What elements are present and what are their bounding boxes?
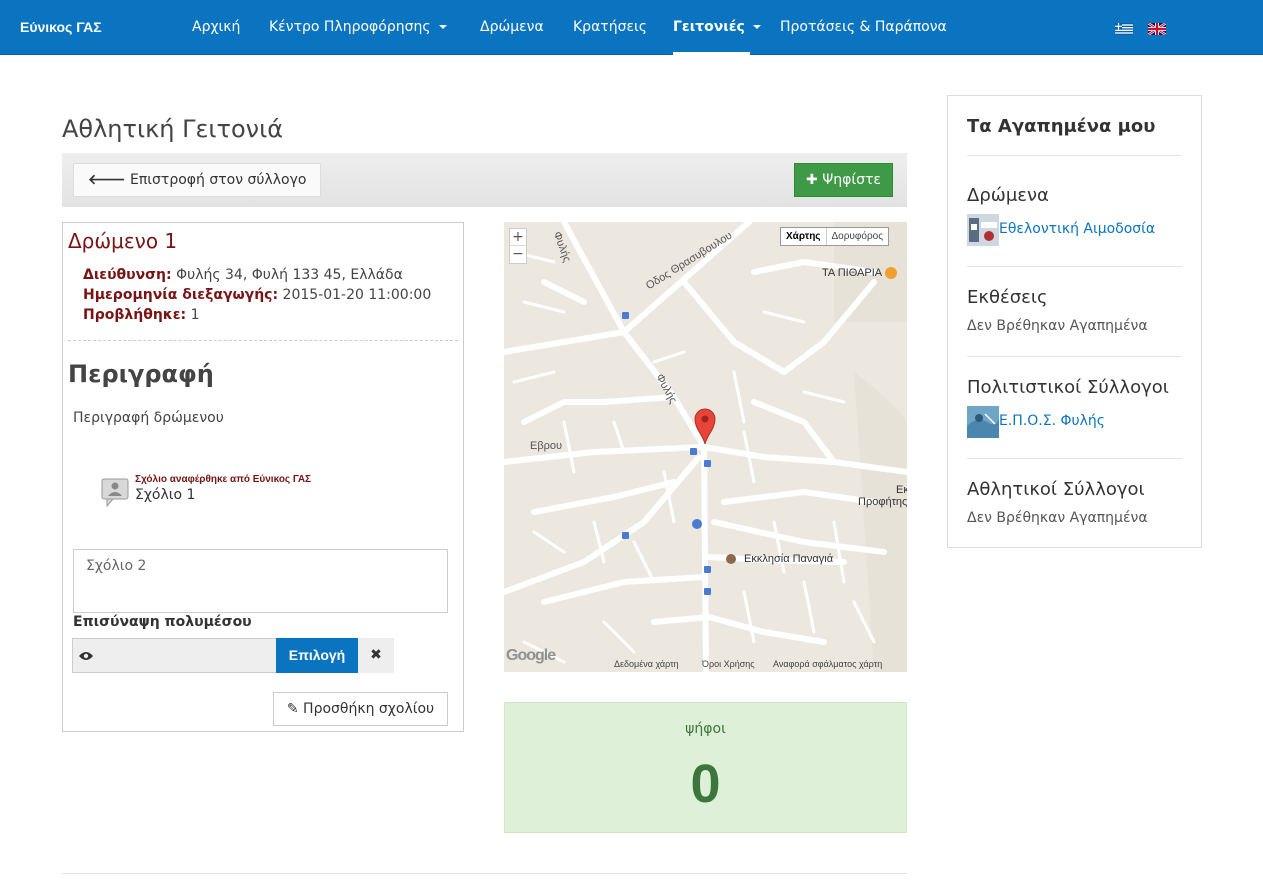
comment-text: Σχόλιο 1 [135,487,196,503]
divider [967,155,1182,156]
nav-bookings[interactable]: Κρατήσεις [573,19,647,35]
file-upload-group: Επιλογή ✖ [72,638,394,673]
nav-neighborhoods-label: Γειτονιές [673,19,745,35]
back-to-club-button[interactable]: 🡐 Επιστροφή στον σύλλογο [73,163,322,197]
map-roads [504,222,907,672]
description-text: Περιγραφή δρώμενου [73,410,224,426]
nav-events[interactable]: Δρώμενα [480,19,544,35]
map-terms-link[interactable]: Όροι Χρήσης [702,659,755,669]
zoom-out-button[interactable]: − [510,246,526,263]
favorites-exhibitions-empty: Δεν Βρέθηκαν Αγαπημένα [967,318,1148,334]
event-title: Δρώμενο 1 [68,229,178,253]
divider [967,458,1182,459]
address-label: Διεύθυνση: [83,267,172,283]
event-views-row: Προβλήθηκε: 1 [83,307,200,323]
event-panel: Δρώμενο 1 Διεύθυνση: Φυλής 34, Φυλή 133 … [62,222,464,732]
epos-fylis-thumbnail[interactable] [967,406,999,438]
vote-button-label: Ψηφίστε [822,172,881,188]
nav-home[interactable]: Αρχική [192,19,240,35]
add-comment-button[interactable]: ✎ Προσθήκη σχολίου [273,692,448,726]
poi-label: Εκκλησία Παναγιά [744,553,834,565]
nav-info-center[interactable]: Κέντρο Πληροφόρησης [269,19,447,35]
favorites-exhibitions-heading: Εκθέσεις [967,287,1048,308]
file-name-field[interactable] [98,638,277,673]
user-comment-icon [101,478,129,508]
favorites-title: Τα Αγαπημένα μου [967,116,1156,137]
chevron-down-icon [752,25,761,29]
favorites-events-heading: Δρώμενα [967,185,1049,206]
favorites-sports-empty: Δεν Βρέθηκαν Αγαπημένα [967,510,1148,526]
votes-box: ψήφοι 0 [504,702,907,833]
votes-count: 0 [690,754,721,814]
choose-file-button[interactable]: Επιλογή [276,638,358,673]
eye-icon [79,652,93,660]
divider [967,266,1182,267]
views-value: 1 [190,307,200,323]
back-button-label: Επιστροφή στον σύλλογο [130,172,307,188]
nav-info-center-label: Κέντρο Πληροφόρησης [269,19,431,35]
event-address-row: Διεύθυνση: Φυλής 34, Φυλή 133 45, Ελλάδα [83,267,403,283]
views-label: Προβλήθηκε: [83,307,187,323]
date-value: 2015-01-20 11:00:00 [282,287,432,303]
poi-label: Προφήτης [858,496,907,508]
divider [967,356,1182,357]
pencil-icon: ✎ [286,701,299,717]
chevron-down-icon [438,25,447,29]
favorite-link-blood-donation[interactable]: Εθελοντική Αιμοδοσία [999,221,1155,237]
nav-suggestions[interactable]: Προτάσεις & Παράπονα [780,19,947,35]
poi-label: ΤΑ ΠΙΘΑΡΙΑ [822,267,883,279]
uk-flag-icon[interactable] [1148,23,1166,35]
top-navbar: Εύνικος ΓΑΣ Αρχική Κέντρο Πληροφόρησης Δ… [0,0,1263,55]
map-data-link[interactable]: Δεδομένα χάρτη [614,659,679,669]
map-marker-icon[interactable] [693,407,717,445]
add-comment-label: Προσθήκη σχολίου [303,701,435,717]
favorites-cultural-heading: Πολιτιστικοί Σύλλογοι [967,377,1169,398]
vote-button[interactable]: ✚ Ψηφίστε [794,163,893,197]
google-map[interactable]: + − Χάρτης Δορυφόρος Φυλής Οδος Θρασυβουλ… [504,222,907,672]
new-comment-input[interactable] [73,549,448,613]
close-icon: ✖ [370,647,382,663]
preview-toggle[interactable] [72,638,99,673]
blood-donation-thumbnail[interactable] [967,214,999,246]
favorite-link-epos-fylis[interactable]: Ε.Π.Ο.Σ. Φυλής [999,413,1105,429]
map-footer: Δεδομένα χάρτη Όροι Χρήσης Αναφορά σφάλμ… [504,658,907,672]
zoom-in-button[interactable]: + [510,229,526,246]
attach-media-label: Επισύναψη πολυμέσου [73,614,252,630]
plus-icon: ✚ [806,172,818,188]
event-date-row: Ημερομηνία διεξαγωγής: 2015-01-20 11:00:… [83,287,431,303]
map-type-satellite-button[interactable]: Δορυφόρος [827,228,889,245]
greek-flag-icon[interactable] [1115,23,1133,35]
date-label: Ημερομηνία διεξαγωγής: [83,287,279,303]
nav-neighborhoods[interactable]: Γειτονιές [673,19,761,35]
street-label: Εβρου [530,440,563,452]
description-heading: Περιγραφή [68,360,214,388]
page-title: Αθλητική Γειτονιά [62,115,284,143]
votes-label: ψήφοι [685,721,726,737]
address-value: Φυλής 34, Φυλή 133 45, Ελλάδα [176,267,403,283]
favorites-sidebar: Τα Αγαπημένα μου Δρώμενα Εθελοντική Αιμο… [947,95,1202,548]
arrow-left-icon: 🡐 [88,172,126,188]
divider [68,340,458,341]
favorites-sports-heading: Αθλητικοί Σύλλογοι [967,479,1145,500]
map-type-control: Χάρτης Δορυφόρος [780,227,890,246]
poi-label: Εκ [896,484,907,496]
comment-author: Σχόλιο αναφέρθηκε από Εύνικος ΓΑΣ [135,474,312,485]
nav-active-indicator [673,52,750,55]
map-report-link[interactable]: Αναφορά σφάλματος χάρτη [773,659,882,669]
map-zoom-control: + − [509,228,527,264]
action-toolbar: 🡐 Επιστροφή στον σύλλογο ✚ Ψηφίστε [62,153,907,207]
brand-logo[interactable]: Εύνικος ΓΑΣ [20,19,102,35]
footer-divider [62,873,907,874]
clear-file-button[interactable]: ✖ [358,638,394,673]
map-type-map-button[interactable]: Χάρτης [781,228,827,245]
